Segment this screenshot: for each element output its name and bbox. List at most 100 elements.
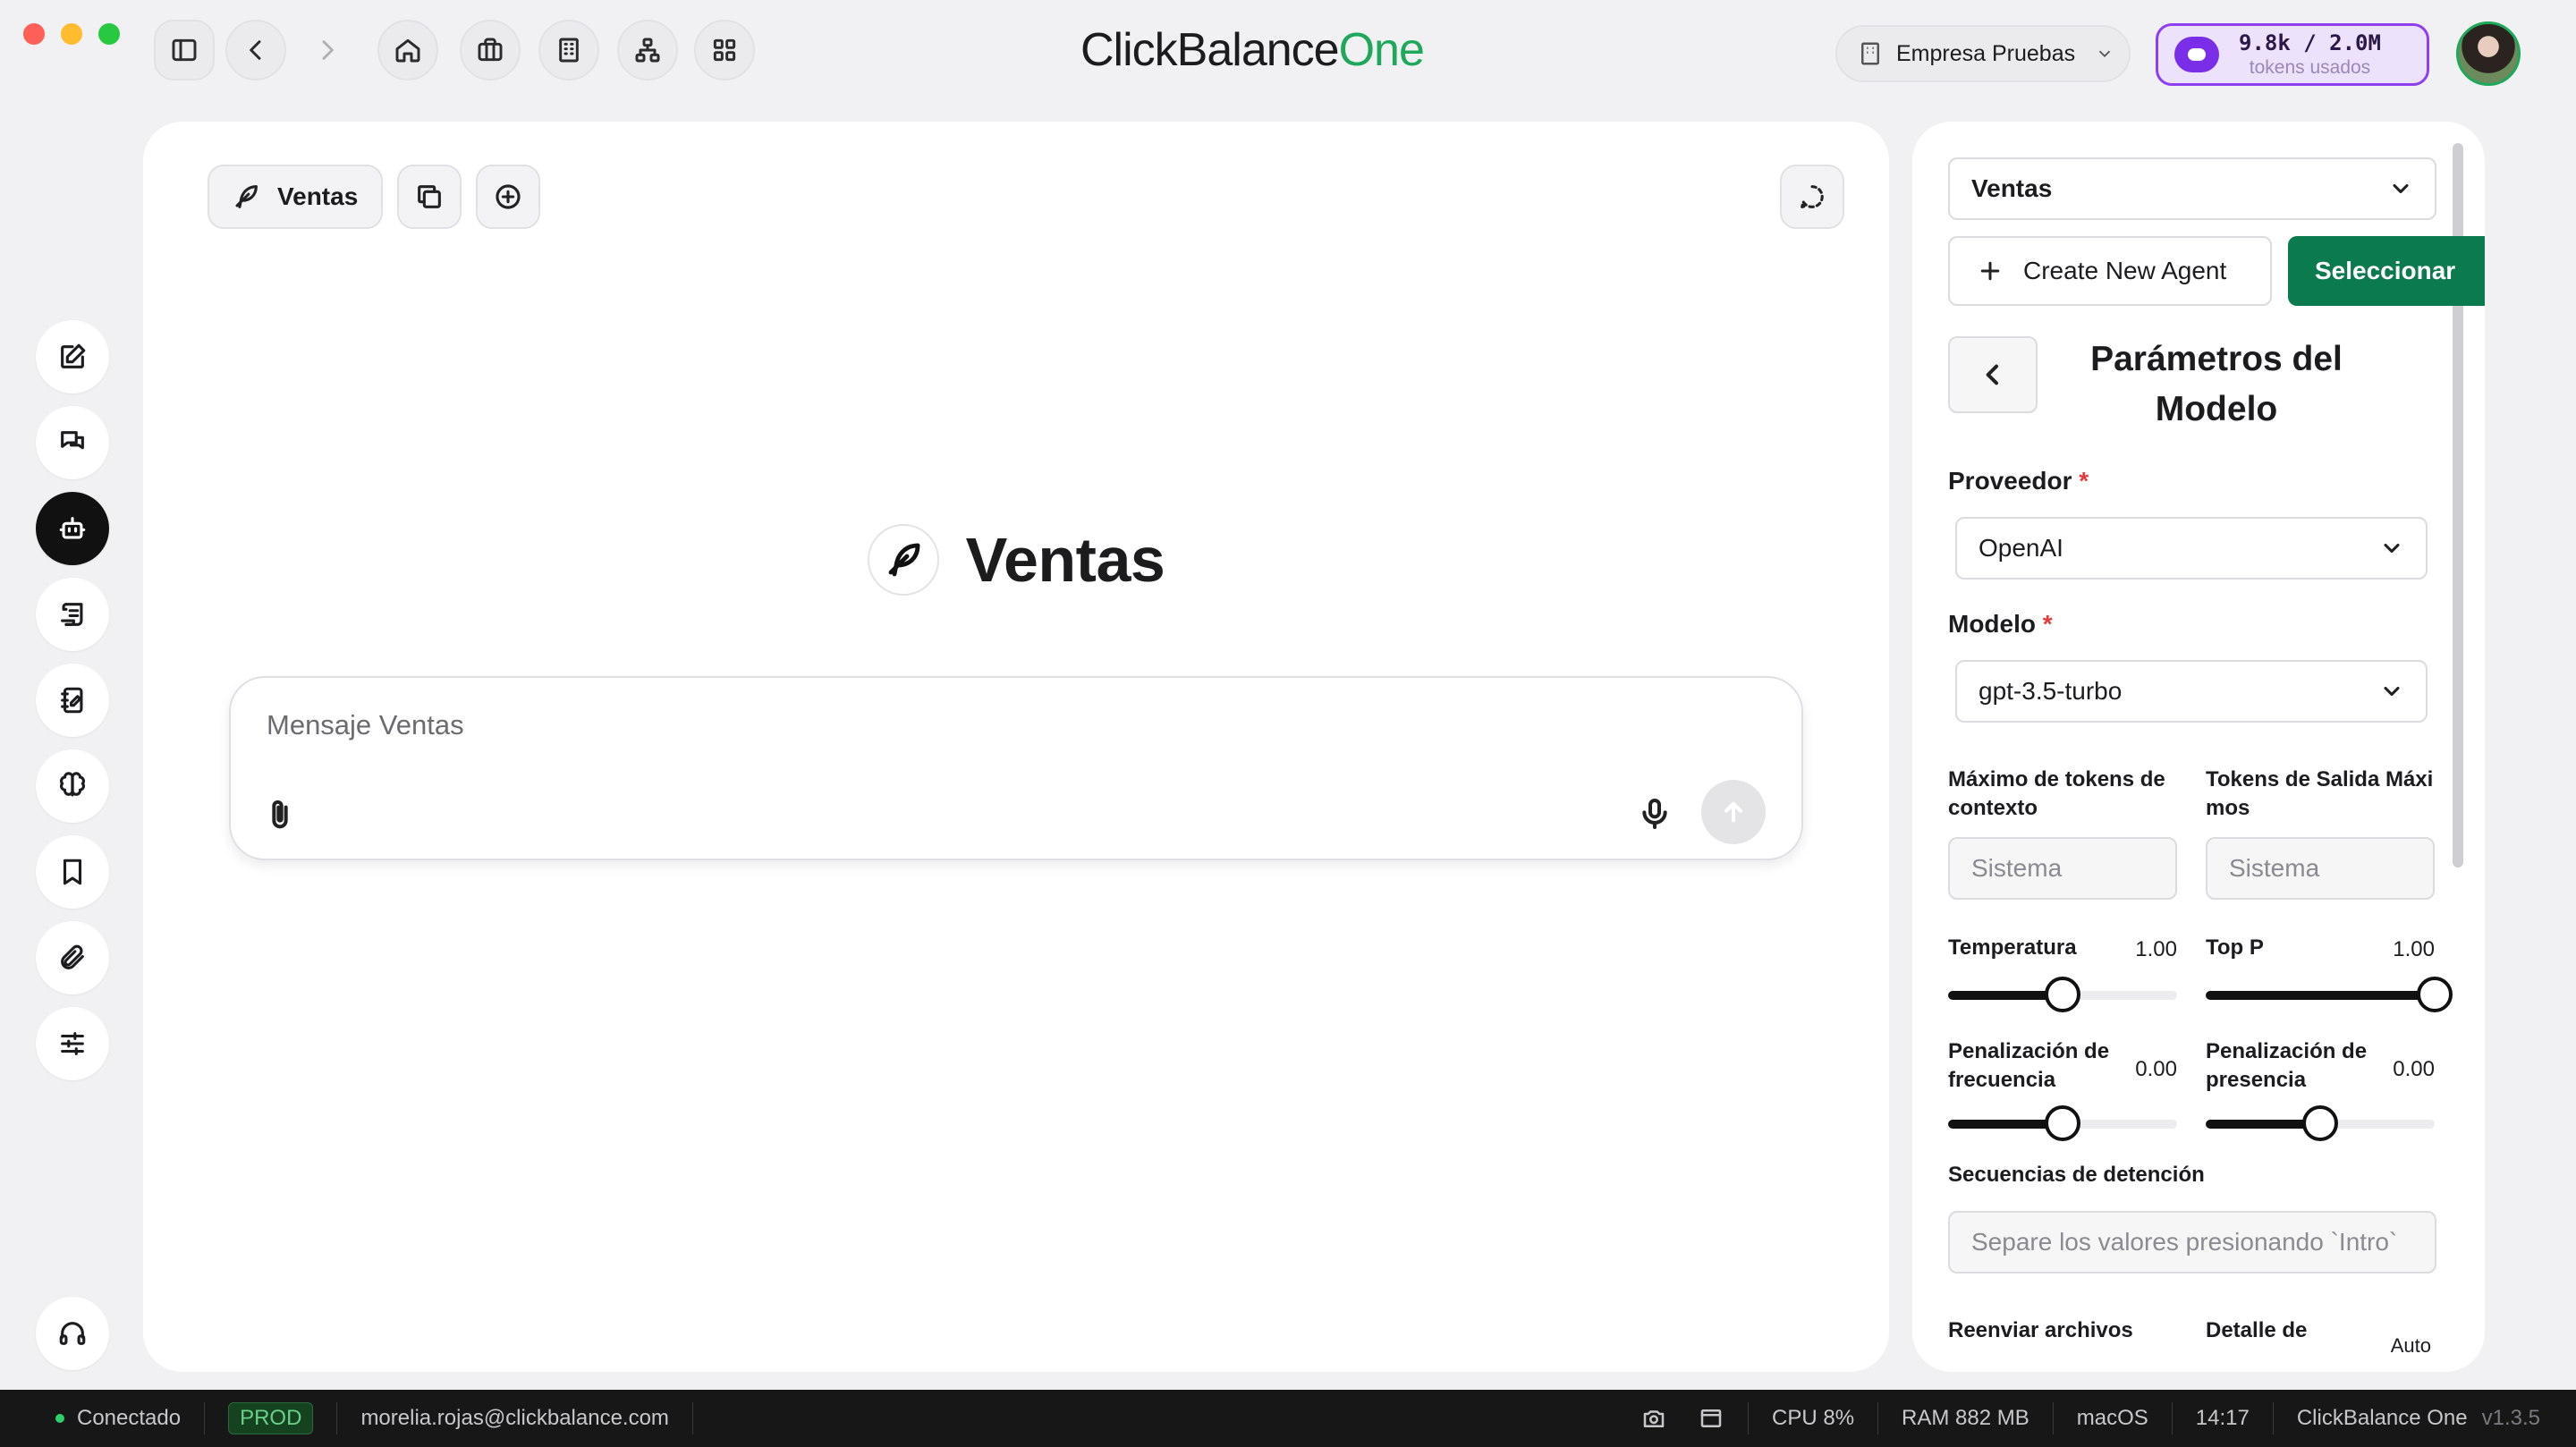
provider-value: OpenAI: [1979, 534, 2063, 562]
brain-icon: [60, 772, 85, 797]
building-icon: [1861, 42, 1879, 65]
attach-button[interactable]: [258, 792, 302, 837]
max-context-input[interactable]: [1948, 837, 2177, 900]
rail-files[interactable]: [36, 921, 109, 994]
chevron-down-icon: [2098, 50, 2111, 58]
minimize-window-button[interactable]: [61, 23, 82, 45]
ram-usage: RAM 882 MB: [1878, 1402, 2054, 1434]
window-mode-button[interactable]: [1674, 1402, 1750, 1434]
window-icon: [1700, 1409, 1722, 1427]
rail-prompts[interactable]: [36, 578, 109, 651]
plus-circle-icon: [496, 184, 521, 209]
scroll-icon: [61, 603, 83, 626]
home-button[interactable]: [377, 20, 438, 80]
rail-chats[interactable]: [36, 406, 109, 479]
forward-button[interactable]: [297, 20, 358, 80]
slider-handle[interactable]: [2045, 1105, 2080, 1141]
window-controls: [23, 23, 120, 45]
provider-label: Proveedor *: [1948, 467, 2089, 495]
presence-penalty-value: 0.00: [2393, 1057, 2435, 1081]
chevron-right-icon: [322, 40, 334, 60]
rail-settings[interactable]: [36, 1007, 109, 1080]
paperclip-icon: [61, 944, 84, 969]
home-icon: [395, 38, 420, 63]
notebook-icon: [61, 687, 83, 714]
send-button[interactable]: [1701, 780, 1766, 844]
brand-logo: ClickBalanceOne: [1080, 23, 1425, 77]
dashed-bubble-icon: [1801, 185, 1824, 208]
frequency-penalty-slider[interactable]: [1948, 1105, 2177, 1141]
agent-title: Ventas: [965, 525, 1165, 595]
model-select[interactable]: gpt-3.5-turbo: [1955, 660, 2428, 723]
os-name: macOS: [2054, 1402, 2173, 1434]
frequency-penalty-label: Penalización de frecuencia: [1948, 1039, 2110, 1092]
company-button[interactable]: [538, 20, 599, 80]
new-chat-button[interactable]: [476, 165, 540, 229]
message-input[interactable]: [267, 705, 1698, 746]
slider-handle[interactable]: [2417, 977, 2453, 1012]
briefcase-button[interactable]: [460, 20, 521, 80]
rail-memory[interactable]: [36, 749, 109, 823]
temperature-value: 1.00: [2135, 937, 2177, 961]
duplicate-chat-button[interactable]: [397, 165, 462, 229]
org-chart-icon: [635, 38, 660, 63]
create-agent-button[interactable]: Create New Agent: [1948, 236, 2272, 306]
top-p-slider[interactable]: [2206, 977, 2453, 1012]
arrow-up-icon: [1724, 801, 1742, 823]
toggle-sidebar-button[interactable]: [154, 20, 215, 80]
company-selector[interactable]: Empresa Pruebas: [1835, 25, 2131, 82]
agent-chip-label: Ventas: [277, 182, 359, 210]
select-agent-button[interactable]: Seleccionar: [2288, 236, 2485, 306]
back-to-agent-button[interactable]: [1948, 336, 2038, 413]
camera-icon: [1643, 1410, 1665, 1427]
token-icon: [2174, 37, 2219, 72]
sidebar-icon: [172, 38, 197, 62]
rail-notebook[interactable]: [36, 664, 109, 737]
agent-chip[interactable]: Ventas: [208, 165, 384, 229]
agent-select[interactable]: Ventas: [1948, 157, 2436, 220]
screenshot-button[interactable]: [1617, 1402, 1674, 1434]
building-icon: [559, 38, 579, 63]
chevron-left-icon: [250, 40, 261, 60]
frequency-penalty-value: 0.00: [2135, 1057, 2177, 1081]
rail-new-chat[interactable]: [36, 320, 109, 393]
back-button[interactable]: [225, 20, 286, 80]
max-output-input[interactable]: [2206, 837, 2435, 900]
rail-bookmarks[interactable]: [36, 835, 109, 909]
feather-icon: [888, 543, 920, 577]
required-mark: *: [2042, 610, 2053, 638]
slider-handle[interactable]: [2045, 977, 2080, 1012]
chats-icon: [61, 431, 84, 450]
apps-button[interactable]: [694, 20, 755, 80]
connection-status: Conectado: [0, 1402, 206, 1434]
user-avatar[interactable]: [2456, 21, 2521, 86]
presence-penalty-slider[interactable]: [2206, 1105, 2435, 1141]
rail-support[interactable]: [36, 1297, 109, 1370]
agent-hero: Ventas: [143, 524, 1889, 596]
top-p-label: Top P: [2206, 935, 2264, 960]
temporary-chat-button[interactable]: [1780, 165, 1844, 229]
feather-icon: [235, 185, 258, 208]
edit-icon: [61, 343, 86, 368]
environment: PROD: [205, 1402, 338, 1434]
token-usage-badge[interactable]: 9.8k / 2.0M tokens usados: [2156, 23, 2429, 86]
org-chart-button[interactable]: [617, 20, 678, 80]
brand-accent: One: [1338, 24, 1425, 76]
slider-handle[interactable]: [2302, 1105, 2338, 1141]
copy-icon: [418, 185, 441, 208]
agent-settings-panel: Ventas Create New Agent Seleccionar Pará…: [1912, 122, 2485, 1372]
stop-sequences-input[interactable]: [1948, 1211, 2436, 1274]
title-bar: ClickBalanceOne Empresa Pruebas 9.8k / 2…: [0, 0, 2576, 104]
provider-select[interactable]: OpenAI: [1955, 517, 2428, 580]
max-context-label: Máximo de tokens de contexto: [1948, 767, 2165, 820]
voice-input-button[interactable]: [1630, 789, 1680, 839]
zoom-window-button[interactable]: [98, 23, 120, 45]
close-window-button[interactable]: [23, 23, 45, 45]
chevron-down-icon: [2384, 686, 2400, 697]
panel-title: Parámetros del Modelo: [2090, 340, 2343, 428]
paperclip-icon: [272, 800, 288, 829]
agent-avatar: [867, 524, 939, 596]
temperature-slider[interactable]: [1948, 977, 2177, 1012]
rail-agents[interactable]: [36, 492, 109, 565]
sliders-icon: [61, 1032, 84, 1055]
